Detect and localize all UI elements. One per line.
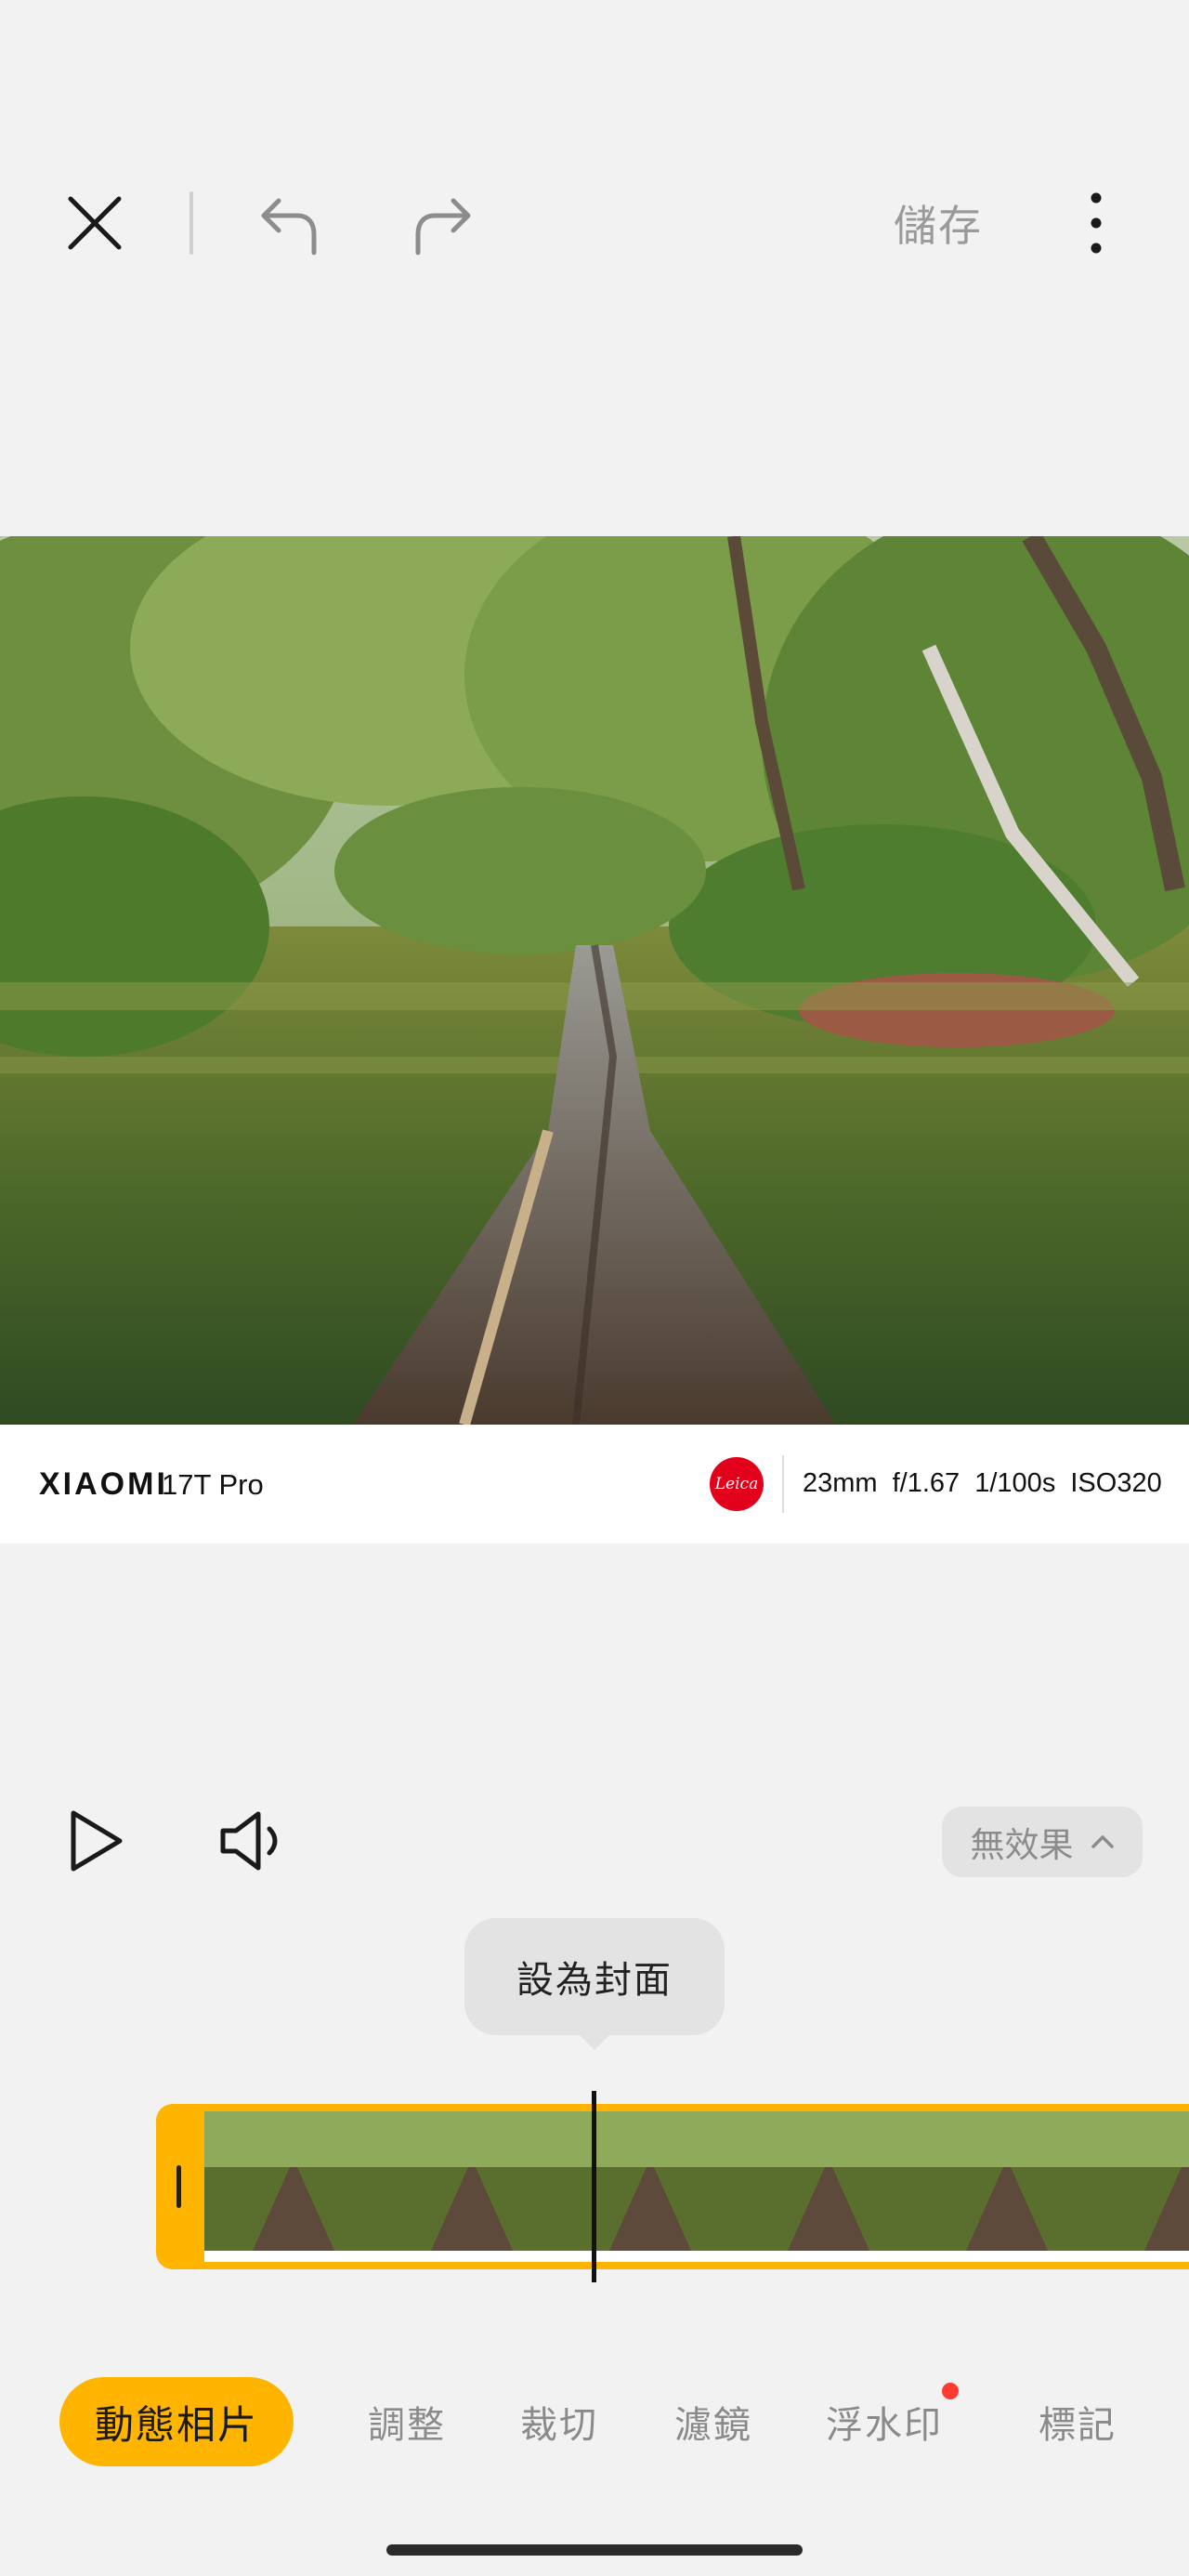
redo-button[interactable] <box>403 186 481 264</box>
play-icon <box>71 1810 123 1872</box>
tab-live-photo[interactable]: 動態相片 <box>59 2377 294 2466</box>
timeline-thumbnail <box>918 2111 1096 2262</box>
toolbar-divider <box>189 191 193 255</box>
timeline-playhead[interactable] <box>592 2091 596 2282</box>
leica-logo-icon: Leica <box>710 1457 764 1511</box>
undo-icon <box>261 198 317 256</box>
timeline-thumbnail <box>1096 2111 1189 2262</box>
timeline-thumbnail <box>204 2111 383 2262</box>
home-indicator[interactable] <box>386 2544 803 2556</box>
tab-crop[interactable]: 裁切 <box>507 2377 611 2466</box>
effect-dropdown[interactable]: 無效果 <box>942 1807 1143 1877</box>
close-button[interactable] <box>58 186 132 260</box>
volume-icon <box>220 1811 278 1871</box>
tooltip-arrow <box>578 2033 611 2050</box>
undo-button[interactable] <box>251 186 329 264</box>
tab-adjust[interactable]: 調整 <box>355 2377 459 2466</box>
leica-logo-text: Leica <box>714 1475 759 1493</box>
watermark-exif-params: 23mm f/1.67 1/100s ISO320 <box>803 1468 1162 1498</box>
timeline-thumbnail <box>739 2111 918 2262</box>
save-button[interactable]: 儲存 <box>873 186 1003 260</box>
tab-filter[interactable]: 濾鏡 <box>661 2377 765 2466</box>
effect-label: 無效果 <box>970 1825 1074 1865</box>
timeline-thumbnail <box>561 2111 739 2262</box>
chevron-up-icon <box>1091 1835 1114 1848</box>
timeline-thumbnail <box>383 2111 561 2262</box>
tab-markup[interactable]: 標記 <box>1026 2377 1130 2466</box>
notification-dot <box>942 2383 959 2399</box>
top-toolbar <box>0 0 1189 446</box>
watermark-divider <box>782 1455 784 1513</box>
handle-grip <box>176 2165 181 2208</box>
close-icon <box>68 196 122 250</box>
set-cover-button[interactable]: 設為封面 <box>464 1918 725 2035</box>
photo-preview[interactable] <box>0 536 1189 1425</box>
redo-icon <box>415 198 471 256</box>
timeline-thumbnails[interactable] <box>204 2111 1189 2262</box>
watermark-model: 17T Pro <box>162 1468 264 1501</box>
play-button[interactable] <box>58 1803 134 1879</box>
more-vertical-icon <box>1091 192 1102 254</box>
volume-button[interactable] <box>210 1803 295 1879</box>
watermark-brand: XIAOMI <box>39 1466 168 1502</box>
more-options-button[interactable] <box>1059 186 1133 260</box>
tab-watermark[interactable]: 浮水印 <box>814 2377 955 2466</box>
